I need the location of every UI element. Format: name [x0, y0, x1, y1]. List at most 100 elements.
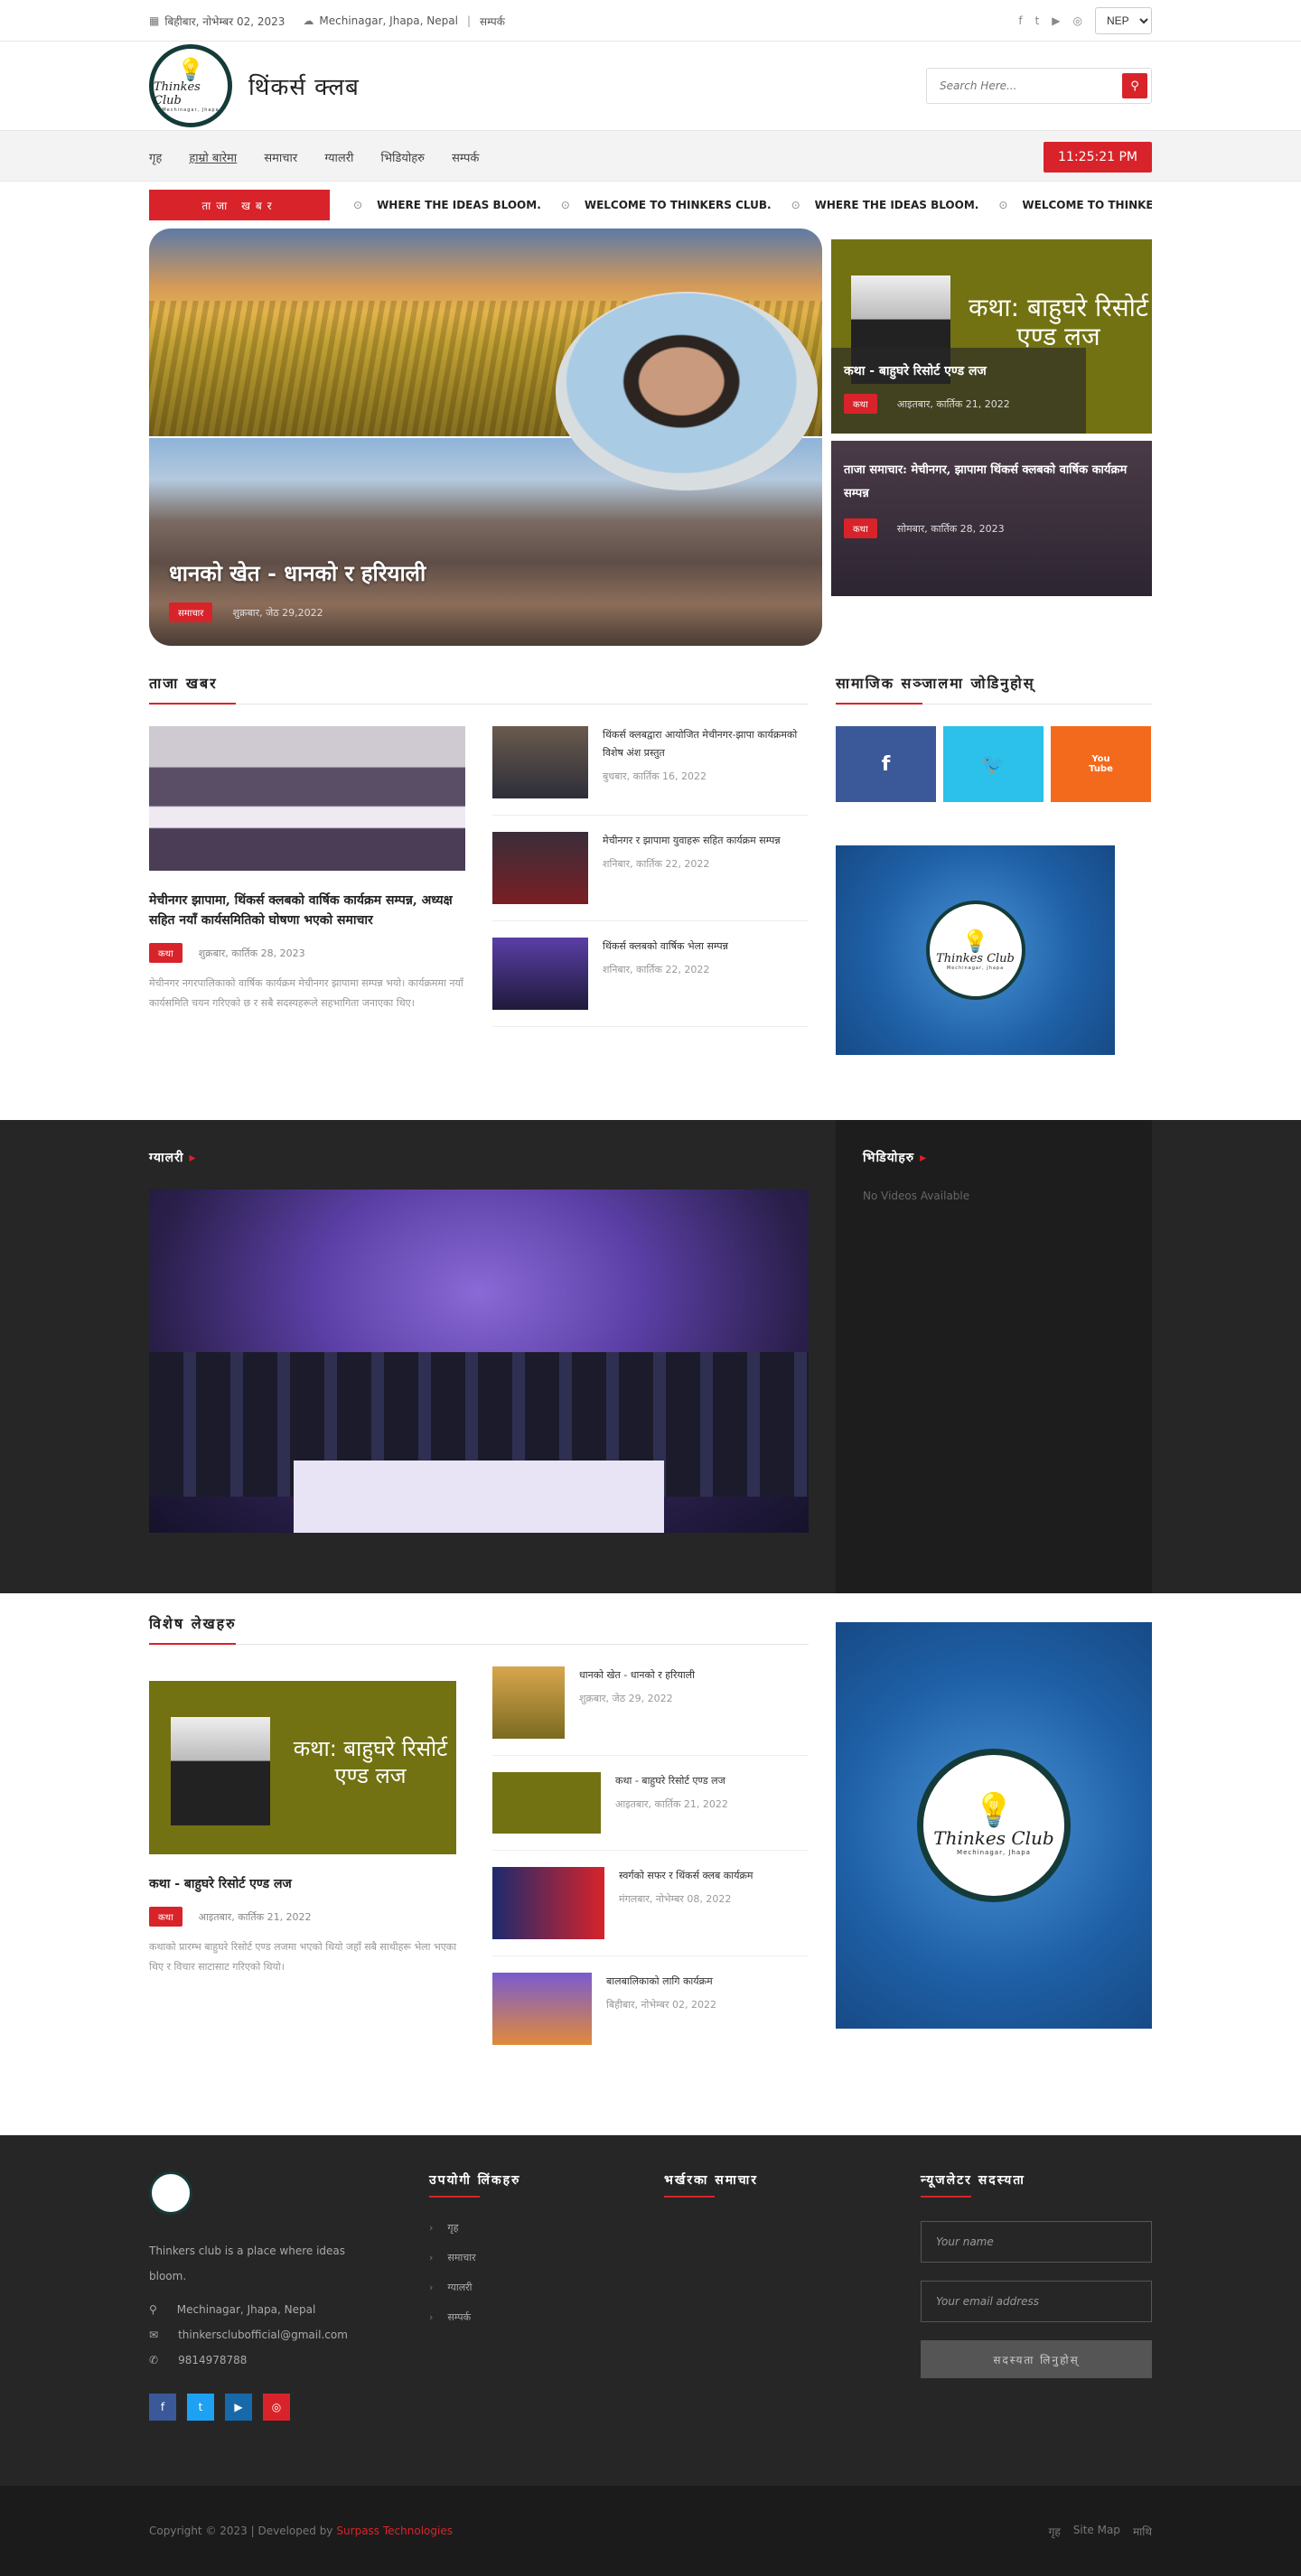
blog-thumb [492, 1666, 565, 1739]
newsletter-name-field[interactable]: Your name [921, 2221, 1152, 2263]
footer-address: Mechinagar, Jhapa, Nepal [176, 2303, 316, 2316]
promo-banner[interactable]: 💡 Thinkes Club Mechinagar, Jhapa [836, 1622, 1152, 2029]
footer-link[interactable]: › समाचार [429, 2251, 664, 2264]
category-tag[interactable]: कथा [149, 943, 183, 963]
category-tag[interactable]: समाचार [169, 602, 213, 622]
club-logo: 💡 Thinkes Club Mechinagar, Jhapa [925, 901, 1025, 1000]
hero-side-story[interactable]: ताजा समाचार: मेचीनगर, झापामा थिंकर्स क्ल… [831, 441, 1152, 596]
blog-title[interactable]: धानको खेत - धानको र हरियाली [579, 1666, 695, 1685]
featured-news-title[interactable]: मेचीनगर झापामा, थिंकर्स क्लबको वार्षिक क… [149, 891, 465, 930]
nav-about[interactable]: हाम्रो बारेमा [189, 152, 237, 165]
search-input[interactable] [940, 79, 1122, 92]
facebook-icon: f [881, 752, 891, 776]
language-select[interactable]: NEP [1095, 7, 1152, 34]
nav-home[interactable]: गृह [149, 152, 162, 165]
site-name[interactable]: थिंकर्स क्लब [248, 70, 360, 102]
youtube-icon[interactable]: ▶ [225, 2394, 252, 2421]
post-date: शनिबार, कार्तिक 22, 2022 [603, 858, 710, 870]
search-box: ⚲ [926, 68, 1152, 104]
nav-contact[interactable]: सम्पर्क [452, 152, 479, 165]
news-title[interactable]: थिंकर्स क्लबको वार्षिक भेला सम्पन्न [603, 938, 728, 956]
nav-gallery[interactable]: ग्यालरी [324, 152, 353, 165]
hero-section: धानको खेत - धानको र हरियाली समाचार शुक्र… [149, 229, 1152, 646]
main-nav: गृह हाम्रो बारेमा समाचार ग्यालरी भिडियोह… [0, 130, 1301, 182]
section-title: ताजा खबर [149, 673, 809, 705]
footer-email[interactable]: thinkersclubofficial@gmail.com [178, 2329, 348, 2341]
subscribe-button[interactable]: सदस्यता लिनुहोस् [921, 2340, 1152, 2378]
nav-videos[interactable]: भिडियोहरु [381, 152, 425, 165]
bottom-link[interactable]: Site Map [1073, 2524, 1120, 2539]
hero-title[interactable]: धानको खेत - धानको र हरियाली [169, 558, 426, 588]
section-title[interactable]: ग्यालरी [149, 1151, 184, 1165]
list-item[interactable]: धानको खेत - धानको र हरियाली शुक्रबार, जेठ… [492, 1666, 809, 1756]
facebook-button[interactable]: f [836, 726, 936, 802]
blog-title[interactable]: बालबालिकाको लागि कार्यक्रम [606, 1973, 716, 1991]
section-title: सामाजिक सञ्जालमा जोडिनुहोस् [836, 673, 1152, 705]
top-extra-link[interactable]: सम्पर्क [480, 14, 505, 29]
hero-side-story[interactable]: कथा: बाहुघरे रिसोर्ट एण्ड लज कथा - बाहुघ… [831, 239, 1152, 434]
site-logo[interactable]: 💡 Thinkes Club Mechinagar, Jhapa [149, 44, 232, 127]
instagram-icon[interactable]: ◎ [263, 2394, 290, 2421]
top-bar: ▦ बिहीबार, नोभेम्बर 02, 2023 ☁ Mechinaga… [0, 0, 1301, 42]
blog-thumb [492, 1973, 592, 2045]
category-tag[interactable]: कथा [844, 394, 877, 414]
footer-link[interactable]: › गृह [429, 2221, 664, 2235]
list-item[interactable]: मेचीनगर र झापामा युवाहरू सहित कार्यक्रम … [492, 832, 809, 921]
promo-banner[interactable]: 💡 Thinkes Club Mechinagar, Jhapa [836, 845, 1115, 1055]
footer-link[interactable]: › ग्यालरी [429, 2281, 664, 2294]
location-text: Mechinagar, Jhapa, Nepal [319, 14, 458, 27]
footer-link[interactable]: › सम्पर्क [429, 2310, 664, 2324]
featured-blog-image[interactable]: कथा: बाहुघरे रिसोर्ट एण्ड लज [149, 1681, 456, 1854]
instagram-icon[interactable]: ◎ [1073, 14, 1082, 27]
list-item[interactable]: थिंकर्स क्लबको वार्षिक भेला सम्पन्न शनिबा… [492, 938, 809, 1027]
blog-thumb [492, 1867, 604, 1939]
category-tag[interactable]: कथा [149, 1907, 183, 1927]
youtube-icon[interactable]: ▶ [1052, 14, 1060, 27]
list-item[interactable]: बालबालिकाको लागि कार्यक्रम बिहीबार, नोभेम… [492, 1973, 809, 2061]
ticker-item[interactable]: WELCOME TO THINKERS CLUB. [585, 199, 772, 211]
developer-link[interactable]: Surpass Technologies [336, 2525, 453, 2537]
list-item[interactable]: स्वर्गको सफर र थिंकर्स क्लब कार्यक्रम मंग… [492, 1867, 809, 1956]
post-date: सोमबार, कार्तिक 28, 2023 [896, 523, 1005, 535]
ticker-bullet-icon: ⊙ [560, 199, 570, 211]
twitter-button[interactable]: 🐦 [943, 726, 1044, 802]
section-title[interactable]: भिडियोहरु [863, 1151, 914, 1165]
category-tag[interactable]: कथा [844, 518, 877, 538]
bottom-link[interactable]: माथि [1133, 2524, 1152, 2539]
story-title[interactable]: ताजा समाचार: मेचीनगर, झापामा थिंकर्स क्ल… [844, 459, 1139, 506]
youtube-button[interactable]: You Tube [1051, 726, 1151, 802]
ticker-item[interactable]: WHERE THE IDEAS BLOOM. [815, 199, 979, 211]
footer-logo[interactable] [149, 2171, 192, 2215]
chevron-right-icon: ▸ [920, 1151, 928, 1165]
news-ticker: ताजा खबर ⊙ WHERE THE IDEAS BLOOM. ⊙ WELC… [0, 182, 1301, 229]
story-poster-text: कथा: बाहुघरे रिसोर्ट एण्ड लज [969, 293, 1148, 351]
newsletter-email-field[interactable]: Your email address [921, 2281, 1152, 2322]
twitter-icon[interactable]: t [1035, 14, 1040, 27]
ticker-item[interactable]: WELCOME TO THINKERS [1022, 199, 1152, 211]
portrait-image [556, 292, 818, 490]
nav-news[interactable]: समाचार [264, 152, 297, 165]
news-title[interactable]: मेचीनगर र झापामा युवाहरू सहित कार्यक्रम … [603, 832, 781, 850]
twitter-icon[interactable]: t [187, 2394, 214, 2421]
list-item[interactable]: कथा - बाहुघरे रिसोर्ट एण्ड लज आइतबार, कार… [492, 1772, 809, 1851]
featured-blog-title[interactable]: कथा - बाहुघरे रिसोर्ट एण्ड लज [149, 1874, 465, 1894]
list-item[interactable]: थिंकर्स क्लबद्वारा आयोजित मेचीनगर-झापा क… [492, 726, 809, 816]
live-clock: 11:25:21 PM [1044, 141, 1152, 173]
post-date: बिहीबार, नोभेम्बर 02, 2022 [606, 1999, 716, 2011]
blog-title[interactable]: कथा - बाहुघरे रिसोर्ट एण्ड लज [615, 1772, 728, 1790]
ticker-item[interactable]: WHERE THE IDEAS BLOOM. [377, 199, 541, 211]
story-title[interactable]: कथा - बाहुघरे रिसोर्ट एण्ड लज [844, 362, 1073, 379]
gallery-image[interactable] [149, 1190, 809, 1533]
author-photo [171, 1717, 270, 1825]
news-title[interactable]: थिंकर्स क्लबद्वारा आयोजित मेचीनगर-झापा क… [603, 726, 809, 762]
footer-description: Thinkers club is a place where ideas blo… [149, 2245, 346, 2282]
bottom-link[interactable]: गृह [1049, 2524, 1061, 2539]
search-button[interactable]: ⚲ [1122, 73, 1147, 98]
footer-phone[interactable]: 9814978788 [178, 2354, 247, 2366]
facebook-icon[interactable]: f [1018, 14, 1022, 27]
footer-links-title: उपयोगी लिंकहरु [429, 2171, 664, 2198]
facebook-icon[interactable]: f [149, 2394, 176, 2421]
blog-title[interactable]: स्वर्गको सफर र थिंकर्स क्लब कार्यक्रम [619, 1867, 753, 1885]
hero-main-story[interactable]: धानको खेत - धानको र हरियाली समाचार शुक्र… [149, 229, 822, 646]
featured-news-image[interactable] [149, 726, 465, 871]
